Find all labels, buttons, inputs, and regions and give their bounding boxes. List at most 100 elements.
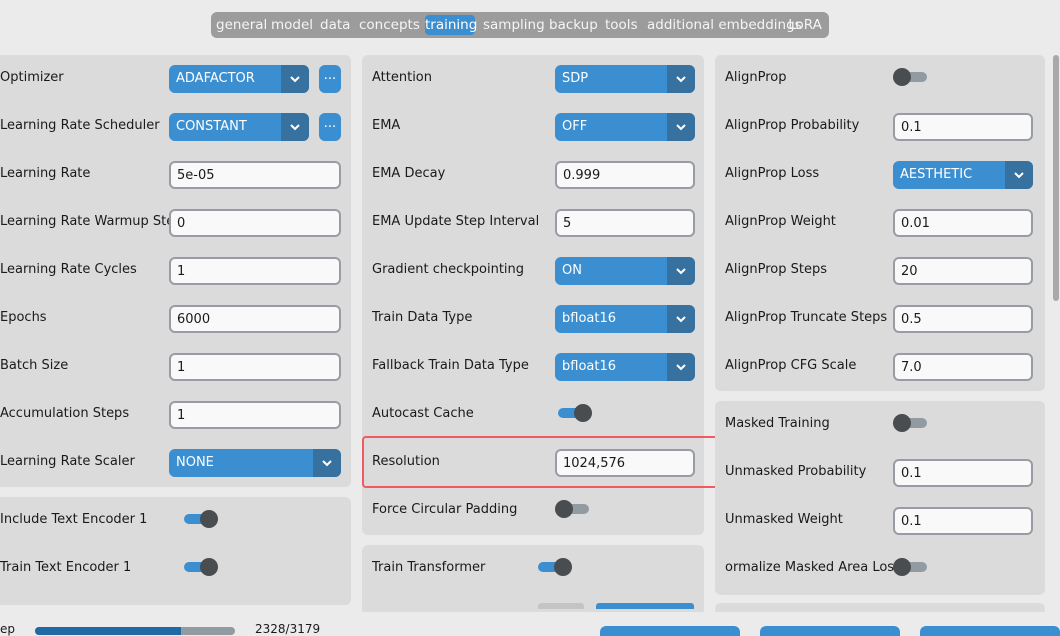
tab-concepts[interactable]: concepts [359, 15, 420, 35]
training-progress-bar [35, 627, 235, 635]
tab-bar: general model data concepts training sam… [211, 12, 829, 38]
gradient-checkpointing-label: Gradient checkpointing [372, 262, 525, 277]
lr-scaler-label: Learning Rate Scaler [0, 454, 135, 469]
warmup-input[interactable] [169, 209, 341, 237]
alignprop-cfg-input[interactable] [893, 353, 1033, 381]
tab-sampling[interactable]: sampling [483, 15, 545, 35]
unmasked-weight-input[interactable] [893, 507, 1033, 535]
autocast-cache-switch[interactable] [558, 404, 592, 422]
alignprop-cfg-label: AlignProp CFG Scale [725, 358, 857, 373]
epochs-input[interactable] [169, 305, 341, 333]
scrollbar[interactable] [1050, 55, 1060, 603]
chevron-down-icon[interactable] [281, 113, 309, 141]
chevron-down-icon[interactable] [281, 65, 309, 93]
alignprop-loss-label: AlignProp Loss [725, 166, 820, 181]
chevron-down-icon[interactable] [667, 257, 695, 285]
train-text-encoder-switch[interactable] [184, 558, 218, 576]
ema-label: EMA [372, 118, 401, 133]
alignprop-weight-label: AlignProp Weight [725, 214, 836, 229]
autocast-cache-label: Autocast Cache [372, 406, 474, 421]
tab-general[interactable]: general [216, 15, 267, 35]
force-circular-padding-switch[interactable] [555, 500, 589, 518]
partial-hidden-dropdown [596, 603, 694, 609]
optimizer-settings-button[interactable]: ... [319, 65, 341, 93]
tab-model[interactable]: model [271, 15, 313, 35]
accumulation-steps-label: Accumulation Steps [0, 406, 130, 421]
force-circular-padding-label: Force Circular Padding [372, 502, 518, 517]
lr-scaler-value: NONE [176, 455, 214, 470]
bottom-button-1[interactable] [600, 626, 740, 636]
chevron-down-icon[interactable] [667, 353, 695, 381]
lr-scaler-dropdown[interactable]: NONE [169, 449, 341, 477]
scheduler-dropdown[interactable]: CONSTANT [169, 113, 309, 141]
ema-interval-input[interactable] [555, 209, 695, 237]
train-transformer-label: Train Transformer [372, 560, 486, 575]
train-transformer-switch[interactable] [538, 558, 572, 576]
learning-rate-label: Learning Rate [0, 166, 91, 181]
alignprop-switch[interactable] [893, 68, 927, 86]
scrollbar-thumb[interactable] [1053, 55, 1059, 301]
chevron-down-icon[interactable] [667, 113, 695, 141]
optimizer-value: ADAFACTOR [176, 71, 255, 86]
attention-dropdown[interactable]: SDP [555, 65, 695, 93]
unmasked-probability-input[interactable] [893, 459, 1033, 487]
ema-interval-label: EMA Update Step Interval [372, 214, 540, 229]
accumulation-steps-input[interactable] [169, 401, 341, 429]
ema-decay-input[interactable] [555, 161, 695, 189]
unmasked-probability-label: Unmasked Probability [725, 464, 867, 479]
bottom-button-2[interactable] [760, 626, 900, 636]
ema-dropdown[interactable]: OFF [555, 113, 695, 141]
alignprop-steps-input[interactable] [893, 257, 1033, 285]
learning-rate-input[interactable] [169, 161, 341, 189]
train-data-type-dropdown[interactable]: bfloat16 [555, 305, 695, 333]
step-label: ep [0, 622, 15, 636]
alignprop-loss-value: AESTHETIC [900, 167, 973, 182]
train-data-type-value: bfloat16 [562, 311, 616, 326]
alignprop-weight-input[interactable] [893, 209, 1033, 237]
batch-size-label: Batch Size [0, 358, 69, 373]
tab-training[interactable]: training [425, 15, 477, 35]
gradient-checkpointing-value: ON [562, 263, 582, 278]
alignprop-steps-label: AlignProp Steps [725, 262, 827, 277]
tab-data[interactable]: data [320, 15, 350, 35]
cycles-label: Learning Rate Cycles [0, 262, 137, 277]
attention-label: Attention [372, 70, 432, 85]
chevron-down-icon[interactable] [313, 449, 341, 477]
alignprop-loss-dropdown[interactable]: AESTHETIC [893, 161, 1033, 189]
chevron-down-icon[interactable] [667, 305, 695, 333]
alignprop-truncate-label: AlignProp Truncate Steps [725, 310, 888, 325]
warmup-label: Learning Rate Warmup Step [0, 214, 183, 229]
tab-tools[interactable]: tools [605, 15, 638, 35]
resolution-highlight [362, 436, 733, 488]
batch-size-input[interactable] [169, 353, 341, 381]
cycles-input[interactable] [169, 257, 341, 285]
normalize-masked-area-switch[interactable] [893, 558, 927, 576]
alignprop-probability-input[interactable] [893, 113, 1033, 141]
chevron-down-icon[interactable] [667, 65, 695, 93]
alignprop-label: AlignProp [725, 70, 787, 85]
bottom-button-3[interactable] [920, 626, 1060, 636]
masked-training-label: Masked Training [725, 416, 830, 431]
scheduler-value: CONSTANT [176, 119, 247, 134]
alignprop-truncate-input[interactable] [893, 305, 1033, 333]
normalize-masked-area-label: ormalize Masked Area Los [725, 560, 895, 575]
gradient-checkpointing-dropdown[interactable]: ON [555, 257, 695, 285]
include-text-encoder-label: Include Text Encoder 1 [0, 512, 148, 527]
tab-additional-embeddings[interactable]: additional embeddings [647, 15, 802, 35]
tab-lora[interactable]: LoRA [788, 15, 822, 35]
fallback-data-type-value: bfloat16 [562, 359, 616, 374]
masked-training-switch[interactable] [893, 414, 927, 432]
optimizer-dropdown[interactable]: ADAFACTOR [169, 65, 309, 93]
unmasked-weight-label: Unmasked Weight [725, 512, 843, 527]
attention-value: SDP [562, 71, 589, 86]
scheduler-label: Learning Rate Scheduler [0, 118, 160, 133]
fallback-data-type-label: Fallback Train Data Type [372, 358, 529, 373]
scheduler-settings-button[interactable]: ... [319, 113, 341, 141]
step-count: 2328/3179 [255, 622, 321, 636]
training-progress-fill [35, 627, 182, 635]
include-text-encoder-switch[interactable] [184, 510, 218, 528]
fallback-data-type-dropdown[interactable]: bfloat16 [555, 353, 695, 381]
tab-backup[interactable]: backup [549, 15, 598, 35]
ema-decay-label: EMA Decay [372, 166, 446, 181]
chevron-down-icon[interactable] [1005, 161, 1033, 189]
